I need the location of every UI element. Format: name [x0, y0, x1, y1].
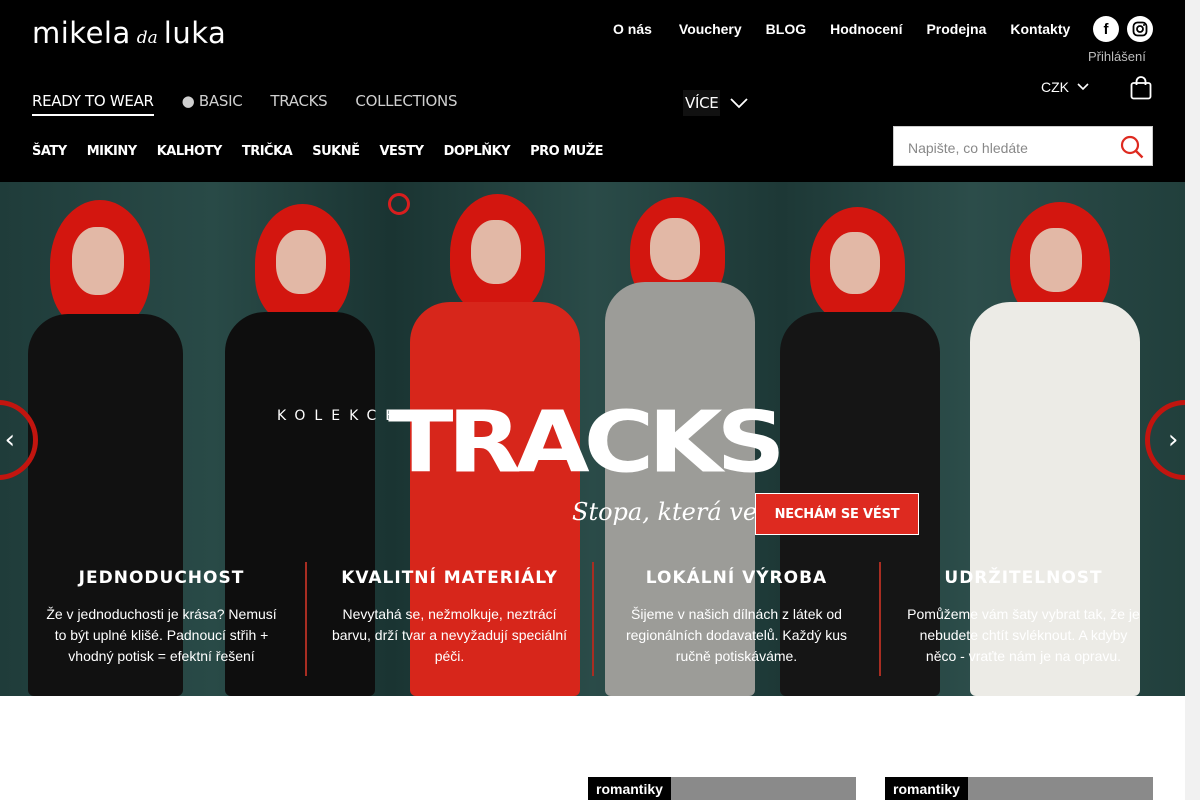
logo-text-mikela: mikela: [32, 16, 131, 50]
chevron-left-icon: ‹: [4, 425, 15, 455]
benefits-row: JEDNODUCHOST Že v jednoduchosti je krása…: [18, 562, 1168, 676]
login-link[interactable]: Přihlášení: [1088, 49, 1146, 64]
category-pro-muze[interactable]: PRO MUŽE: [530, 144, 603, 159]
top-navigation: O nás Vouchery BLOG Hodnocení Prodejna K…: [613, 20, 1094, 38]
hero-kicker: KOLEKCE: [277, 408, 404, 424]
benefit-title: JEDNODUCHOST: [78, 568, 245, 588]
category-saty[interactable]: ŠATY: [32, 144, 67, 159]
instagram-icon[interactable]: [1127, 16, 1153, 42]
facebook-icon[interactable]: f: [1093, 16, 1119, 42]
topnav-about[interactable]: O nás: [613, 21, 652, 37]
chevron-down-icon: [1077, 83, 1089, 91]
topnav-vouchers[interactable]: Vouchery: [676, 21, 742, 37]
topnav-reviews[interactable]: Hodnocení: [830, 21, 902, 37]
more-menu-button[interactable]: VÍCE: [683, 90, 749, 116]
chevron-right-icon: ›: [1168, 425, 1179, 455]
site-header: mikela da luka O nás Vouchery BLOG Hodno…: [0, 0, 1185, 182]
main-navigation: READY TO WEAR ● BASIC TRACKS COLLECTIONS: [32, 92, 485, 116]
search-box: [893, 126, 1153, 166]
product-card[interactable]: romantiky: [588, 777, 856, 800]
logo-text-da: da: [136, 28, 158, 48]
logo-text-luka: luka: [163, 16, 227, 50]
benefit-text: Šijeme v našich dílnách z látek od regio…: [625, 606, 848, 664]
hero-banner[interactable]: KOLEKCE TRACKS Stopa, která vede NECHÁM …: [0, 182, 1185, 696]
category-vesty[interactable]: VESTY: [379, 144, 424, 159]
category-mikiny[interactable]: MIKINY: [87, 144, 137, 159]
category-kalhoty[interactable]: KALHOTY: [157, 144, 223, 159]
benefit-item: LOKÁLNÍ VÝROBA Šijeme v našich dílnách z…: [592, 562, 879, 676]
benefit-title: KVALITNÍ MATERIÁLY: [341, 568, 558, 588]
topnav-vouchers-label: Vouchery: [678, 21, 742, 37]
social-links: f: [1093, 16, 1161, 42]
page: mikela da luka O nás Vouchery BLOG Hodno…: [0, 0, 1185, 800]
category-sukne[interactable]: SUKNĚ: [312, 144, 360, 159]
product-tag: romantiky: [588, 777, 671, 800]
currency-value: CZK: [1041, 79, 1069, 95]
topnav-blog[interactable]: BLOG: [766, 21, 806, 37]
hero-title: TRACKS: [388, 392, 786, 492]
search-icon[interactable]: [1120, 135, 1144, 164]
carousel-next-button[interactable]: ›: [1145, 400, 1185, 480]
benefit-item: KVALITNÍ MATERIÁLY Nevytahá se, nežmolku…: [305, 562, 592, 676]
benefit-item: JEDNODUCHOST Že v jednoduchosti je krása…: [18, 562, 305, 676]
brand-logo[interactable]: mikela da luka: [32, 16, 227, 50]
mainnav-tracks[interactable]: TRACKS: [270, 92, 327, 116]
mainnav-ready-to-wear[interactable]: READY TO WEAR: [32, 92, 154, 116]
search-input[interactable]: [906, 137, 1110, 159]
benefit-text: Nevytahá se, nežmolkuje, neztrácí barvu,…: [331, 606, 567, 664]
page-scrollbar[interactable]: [1185, 0, 1200, 800]
hero-cta-button[interactable]: NECHÁM SE VÉST: [755, 493, 919, 535]
benefit-text: Že v jednoduchosti je krása? Nemusí to b…: [46, 606, 277, 664]
category-navigation: ŠATY MIKINY KALHOTY TRIČKA SUKNĚ VESTY D…: [32, 144, 623, 159]
topnav-contacts[interactable]: Kontakty: [1010, 21, 1070, 37]
ring-decoration: [388, 193, 410, 215]
category-tricka[interactable]: TRIČKA: [242, 144, 293, 159]
mainnav-basic[interactable]: ● BASIC: [182, 92, 243, 116]
benefit-title: LOKÁLNÍ VÝROBA: [645, 568, 828, 588]
product-tag: romantiky: [885, 777, 968, 800]
cart-icon[interactable]: [1130, 76, 1152, 105]
product-card[interactable]: romantiky: [885, 777, 1153, 800]
more-menu-label: VÍCE: [683, 90, 721, 116]
currency-selector[interactable]: CZK: [1041, 79, 1089, 95]
benefit-text: Pomůžeme vám šaty vybrat tak, že je nebu…: [907, 606, 1140, 664]
category-doplnky[interactable]: DOPLŇKY: [444, 144, 511, 159]
benefit-item: UDRŽITELNOST Pomůžeme vám šaty vybrat ta…: [879, 562, 1166, 676]
topnav-store[interactable]: Prodejna: [926, 21, 986, 37]
benefit-title: UDRŽITELNOST: [944, 568, 1103, 588]
chevron-down-icon: [730, 98, 749, 109]
mainnav-collections[interactable]: COLLECTIONS: [355, 92, 457, 116]
